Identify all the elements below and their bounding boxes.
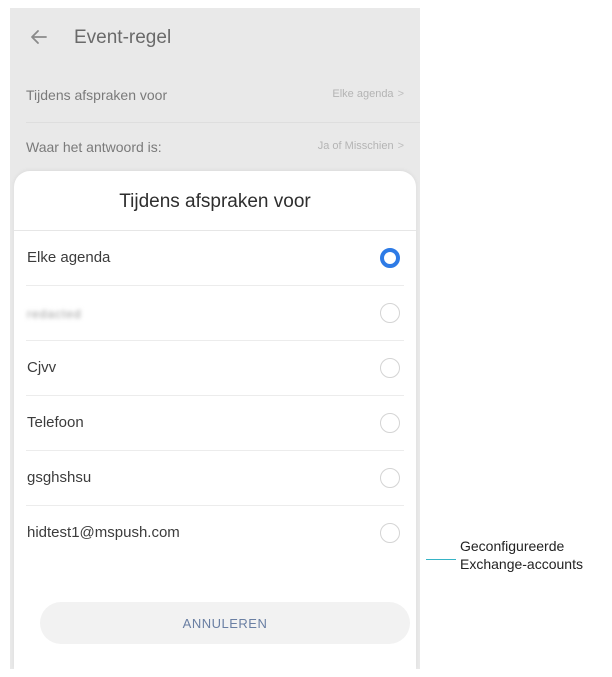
setting-value: Elke agenda > xyxy=(332,88,404,100)
option-gsghshsu[interactable]: gsghshsu xyxy=(14,451,416,506)
radio-icon[interactable] xyxy=(380,413,400,433)
radio-icon[interactable] xyxy=(380,468,400,488)
callout-annotation: Geconfigureerde Exchange-accounts xyxy=(460,537,583,573)
setting-label: Tijdens afspraken voor xyxy=(26,87,168,103)
option-label: Telefoon xyxy=(27,414,84,431)
callout-line-1: Geconfigureerde xyxy=(460,538,565,554)
radio-icon[interactable] xyxy=(380,303,400,323)
callout-line xyxy=(426,559,456,560)
back-arrow-icon[interactable] xyxy=(28,26,50,48)
divider xyxy=(26,122,420,123)
chevron-right-icon: > xyxy=(397,140,404,152)
phone-screen: Event-regel Tijdens afspraken voor Elke … xyxy=(10,8,420,669)
chevron-right-icon: > xyxy=(397,88,404,100)
app-bar: Event-regel xyxy=(10,8,420,68)
option-label: hidtest1@mspush.com xyxy=(27,524,180,541)
radio-selected-icon[interactable] xyxy=(380,248,400,268)
radio-icon[interactable] xyxy=(380,358,400,378)
option-every-calendar[interactable]: Elke agenda xyxy=(14,231,416,286)
setting-label: Waar het antwoord is: xyxy=(26,139,162,155)
calendar-choice-dialog: Tijdens afspraken voor Elke agenda redac… xyxy=(14,171,416,669)
option-exchange-account[interactable]: hidtest1@mspush.com xyxy=(14,506,416,561)
option-cjvv[interactable]: Cjvv xyxy=(14,341,416,396)
option-label: redacted xyxy=(27,307,82,321)
setting-value: Ja of Misschien > xyxy=(317,140,404,152)
setting-row-response[interactable]: Waar het antwoord is: Ja of Misschien > xyxy=(10,124,420,172)
cancel-button[interactable]: ANNULEREN xyxy=(40,602,410,644)
radio-icon[interactable] xyxy=(380,523,400,543)
page-title: Event-regel xyxy=(74,27,172,48)
option-telefoon[interactable]: Telefoon xyxy=(14,396,416,451)
option-label: gsghshsu xyxy=(27,469,92,486)
setting-row-appointments[interactable]: Tijdens afspraken voor Elke agenda > xyxy=(10,72,420,120)
callout-line-2: Exchange-accounts xyxy=(460,556,583,572)
option-redacted-account[interactable]: redacted xyxy=(14,286,416,341)
option-label: Elke agenda xyxy=(27,249,111,266)
option-label: Cjvv xyxy=(27,359,57,376)
dialog-title: Tijdens afspraken voor xyxy=(119,191,311,212)
